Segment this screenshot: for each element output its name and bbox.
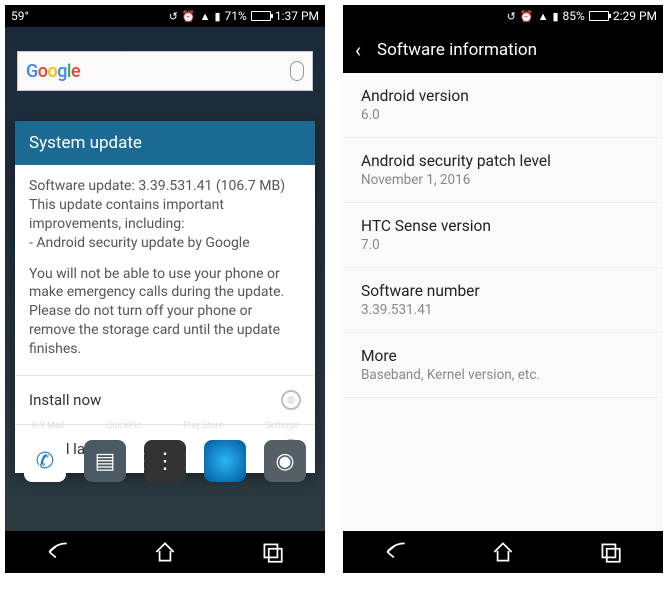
camera-app-icon[interactable]: ◉ (264, 440, 306, 482)
app-label: Play Store (183, 421, 223, 431)
app-labels-row: K-9 Mail QuickPic Play Store Settings (5, 421, 325, 431)
phone-right: ↺ ⏰ ▲ ▮ 85% 2:29 PM ‹ Software informati… (343, 5, 663, 573)
messages-app-icon[interactable]: ▤ (84, 440, 126, 482)
sync-icon: ↺ (507, 10, 516, 23)
item-sub: 7.0 (361, 237, 645, 253)
software-number-item[interactable]: Software number 3.39.531.41 (343, 268, 663, 333)
item-title: Android version (361, 87, 645, 105)
dialog-body-2: You will not be able to use your phone o… (29, 265, 301, 359)
google-search-widget[interactable]: Google (17, 51, 313, 91)
info-list: Android version 6.0 Android security pat… (343, 73, 663, 531)
signal-icon: ▮ (552, 10, 558, 23)
status-bar: ↺ ⏰ ▲ ▮ 85% 2:29 PM (343, 5, 663, 27)
back-button[interactable] (45, 539, 71, 565)
sync-icon: ↺ (169, 10, 178, 23)
back-icon[interactable]: ‹ (355, 38, 361, 62)
more-item[interactable]: More Baseband, Kernel version, etc. (343, 333, 663, 398)
wifi-icon: ▲ (200, 10, 211, 23)
signal-icon: ▮ (214, 10, 220, 23)
phone-left: 59° ↺ ⏰ ▲ ▮ 71% 1:37 PM Google System up… (5, 5, 325, 573)
voice-search-icon[interactable] (290, 61, 304, 81)
software-info-screen: Android version 6.0 Android security pat… (343, 73, 663, 531)
status-bar: 59° ↺ ⏰ ▲ ▮ 71% 1:37 PM (5, 5, 325, 27)
security-patch-item[interactable]: Android security patch level November 1,… (343, 138, 663, 203)
google-logo: Google (26, 61, 80, 82)
android-version-item[interactable]: Android version 6.0 (343, 73, 663, 138)
clock: 2:29 PM (613, 9, 657, 23)
install-now-label: Install now (29, 391, 101, 409)
navigation-bar (343, 531, 663, 573)
radio-icon (281, 390, 301, 410)
recent-apps-button[interactable] (259, 539, 285, 565)
browser-app-icon[interactable] (204, 440, 246, 482)
weather-temp: 59° (11, 9, 29, 23)
item-sub: 3.39.531.41 (361, 302, 645, 318)
app-label: K-9 Mail (32, 421, 64, 431)
home-button[interactable] (490, 539, 516, 565)
phone-app-icon[interactable]: ✆ (24, 440, 66, 482)
battery-icon (251, 11, 271, 21)
app-drawer-icon[interactable]: ⋮⋮⋮ (144, 440, 186, 482)
app-label: Settings (265, 421, 298, 431)
item-title: HTC Sense version (361, 217, 645, 235)
item-title: More (361, 347, 645, 365)
navigation-bar (5, 531, 325, 573)
page-title: Software information (377, 40, 537, 60)
recent-apps-button[interactable] (597, 539, 623, 565)
item-sub: Baseband, Kernel version, etc. (361, 367, 645, 383)
alarm-icon: ⏰ (182, 10, 196, 23)
clock: 1:37 PM (275, 9, 319, 23)
dialog-title: System update (15, 121, 315, 165)
alarm-icon: ⏰ (520, 10, 534, 23)
app-label: QuickPic (106, 421, 141, 431)
install-now-option[interactable]: Install now (15, 375, 315, 424)
item-title: Android security patch level (361, 152, 645, 170)
home-screen: Google System update Software update: 3.… (5, 27, 325, 531)
htc-sense-item[interactable]: HTC Sense version 7.0 (343, 203, 663, 268)
battery-icon (589, 11, 609, 21)
item-sub: 6.0 (361, 107, 645, 123)
item-sub: November 1, 2016 (361, 172, 645, 188)
item-title: Software number (361, 282, 645, 300)
battery-percent: 85% (563, 9, 585, 23)
back-button[interactable] (383, 539, 409, 565)
battery-percent: 71% (225, 9, 247, 23)
dock: ✆ ▤ ⋮⋮⋮ ◉ (5, 433, 325, 489)
dialog-body-1: Software update: 3.39.531.41 (106.7 MB) … (29, 177, 301, 253)
home-button[interactable] (152, 539, 178, 565)
app-bar: ‹ Software information (343, 27, 663, 73)
wifi-icon: ▲ (538, 10, 549, 23)
